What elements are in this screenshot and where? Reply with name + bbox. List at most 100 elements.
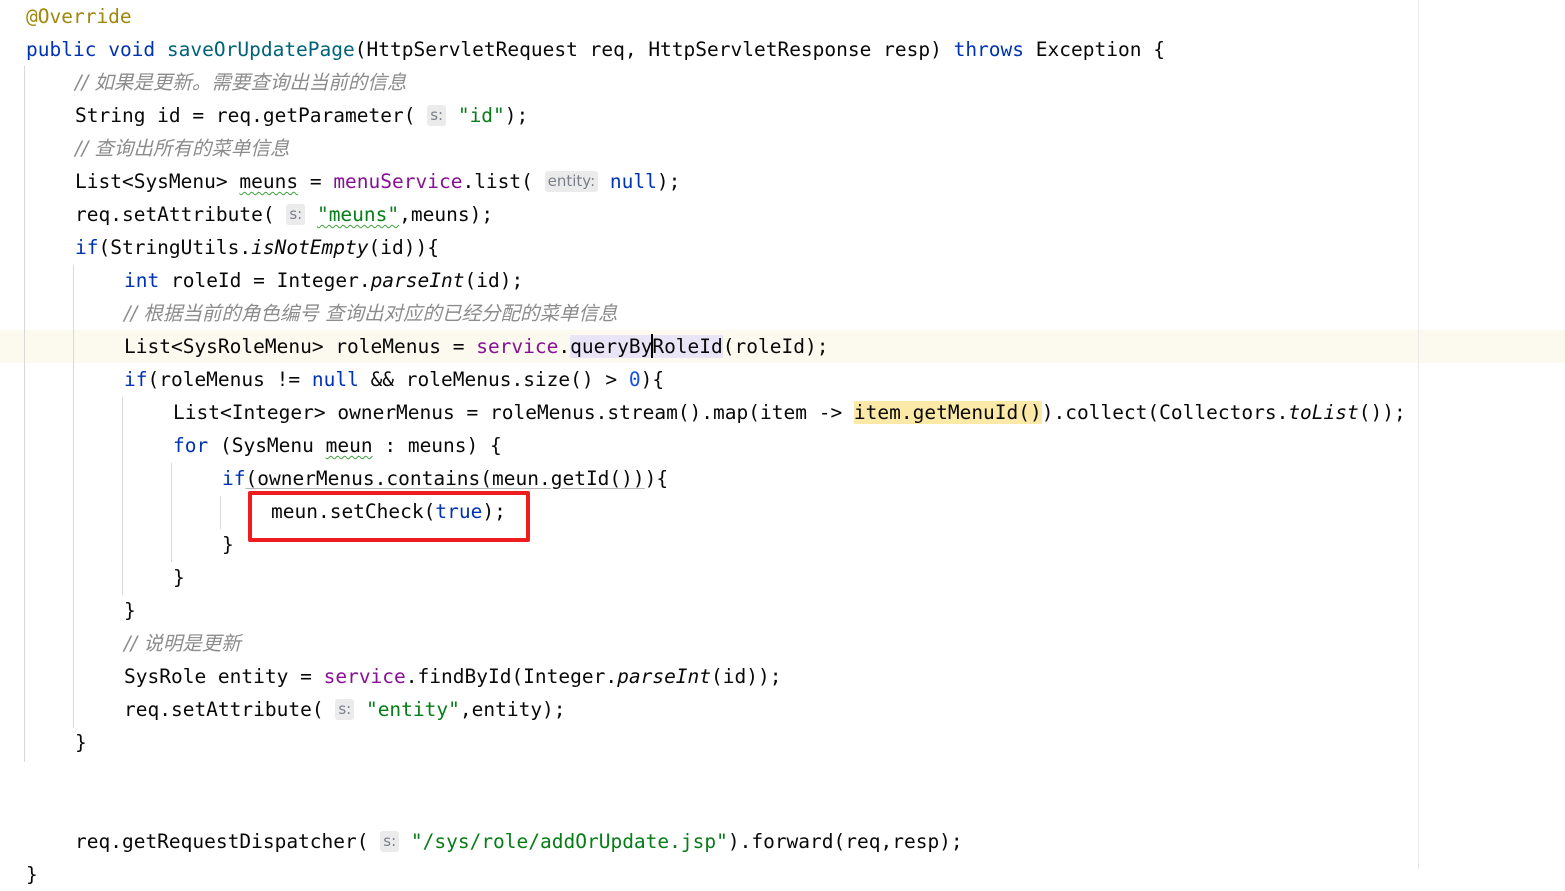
code-line-22[interactable]: req.setAttribute( s: "entity",entity); bbox=[0, 693, 1565, 726]
decl-list-sysrolemenu: List<SysRoleMenu> roleMenus = bbox=[124, 335, 477, 358]
keyword-void: void bbox=[108, 38, 156, 61]
code-editor[interactable]: @Override public void saveOrUpdatePage(H… bbox=[0, 0, 1565, 886]
keyword-null: null bbox=[311, 368, 359, 391]
code-line-9[interactable]: int roleId = Integer.parseInt(id); bbox=[0, 264, 1565, 297]
keyword-if: if bbox=[222, 467, 246, 490]
code-line-5[interactable]: // 查询出所有的菜单信息 bbox=[0, 132, 1565, 165]
decl-ownermenus: List<Integer> ownerMenus = roleMenus.str… bbox=[173, 401, 854, 424]
inlay-hint-s[interactable]: s: bbox=[427, 105, 447, 126]
code-line-24[interactable] bbox=[0, 759, 1565, 792]
code-line-11[interactable]: List<SysRoleMenu> roleMenus = service.qu… bbox=[0, 330, 1565, 363]
code-line-7[interactable]: req.setAttribute( s: "meuns",meuns); bbox=[0, 198, 1565, 231]
call-list: .list( bbox=[462, 170, 545, 193]
cond-close: (id)){ bbox=[368, 236, 439, 259]
keyword-if: if bbox=[75, 236, 99, 259]
code-line-2[interactable]: public void saveOrUpdatePage(HttpServlet… bbox=[0, 33, 1565, 66]
keyword-for: for bbox=[173, 434, 209, 457]
annotation-override: @Override bbox=[26, 5, 132, 28]
code-line-10[interactable]: // 根据当前的角色编号 查询出对应的已经分配的菜单信息 bbox=[0, 297, 1565, 330]
arg-entity: ,entity); bbox=[459, 698, 566, 721]
type-exception: Exception bbox=[1035, 38, 1142, 61]
code-line-12[interactable]: if(roleMenus != null && roleMenus.size()… bbox=[0, 363, 1565, 396]
call-setattribute: req.setAttribute( bbox=[75, 203, 287, 226]
field-service: service bbox=[476, 335, 559, 358]
code-line-17[interactable]: } bbox=[0, 528, 1565, 561]
type-httpservletrequest: HttpServletRequest bbox=[366, 38, 578, 61]
code-line-8[interactable]: if(StringUtils.isNotEmpty(id)){ bbox=[0, 231, 1565, 264]
statement-end: ); bbox=[504, 104, 529, 127]
field-menuservice: menuService bbox=[333, 170, 463, 193]
code-line-19[interactable]: } bbox=[0, 594, 1565, 627]
keyword-public: public bbox=[26, 38, 97, 61]
brace-close: } bbox=[75, 731, 87, 754]
dot: . bbox=[558, 335, 571, 358]
var-meuns: meuns bbox=[239, 170, 299, 193]
brace-close: } bbox=[222, 533, 234, 556]
code-line-27[interactable]: } bbox=[0, 858, 1565, 891]
inlay-hint-s[interactable]: s: bbox=[380, 831, 400, 852]
code-line-23[interactable]: } bbox=[0, 726, 1565, 759]
identifier-occurrence-highlight[interactable]: queryByRoleId bbox=[570, 334, 723, 358]
cond-open: (StringUtils. bbox=[98, 236, 252, 259]
field-service: service bbox=[323, 665, 406, 688]
static-parseint: parseInt bbox=[370, 269, 465, 292]
call-setattribute: req.setAttribute( bbox=[124, 698, 336, 721]
code-line-25[interactable] bbox=[0, 792, 1565, 825]
static-parseint: parseInt bbox=[617, 665, 712, 688]
brace-close: } bbox=[26, 863, 38, 886]
statement-end: ); bbox=[656, 170, 681, 193]
brace-open: ){ bbox=[644, 467, 669, 490]
statement-end: ()); bbox=[1358, 401, 1406, 424]
usage-highlight[interactable]: item.getMenuId() bbox=[853, 401, 1042, 424]
inlay-hint-s[interactable]: s: bbox=[335, 699, 355, 720]
code-line-4[interactable]: String id = req.getParameter( s: "id"); bbox=[0, 99, 1565, 132]
string-literal-jsp-path: "/sys/role/addOrUpdate.jsp" bbox=[410, 830, 728, 853]
type-httpservletresponse: HttpServletResponse bbox=[648, 38, 872, 61]
statement-string-id: String id = req.getParameter( bbox=[75, 104, 428, 127]
forward-call: ).forward(req,resp); bbox=[727, 830, 963, 853]
inlay-hint-s[interactable]: s: bbox=[286, 204, 306, 225]
for-iterable: : meuns) { bbox=[372, 434, 502, 457]
collect-call: ).collect(Collectors. bbox=[1041, 401, 1289, 424]
statement-end: (roleId); bbox=[722, 335, 829, 358]
static-isnotempty: isNotEmpty bbox=[251, 236, 369, 259]
keyword-throws: throws bbox=[953, 38, 1025, 61]
cond-and: && roleMenus.size() > bbox=[358, 368, 629, 391]
string-literal-entity: "entity" bbox=[365, 698, 460, 721]
statement-end: ); bbox=[482, 500, 506, 523]
code-text-layer[interactable]: @Override public void saveOrUpdatePage(H… bbox=[0, 0, 1565, 886]
static-tolist: toList bbox=[1288, 401, 1359, 424]
param-req: req bbox=[589, 38, 625, 61]
code-line-1[interactable]: @Override bbox=[0, 0, 1565, 33]
keyword-if: if bbox=[124, 368, 148, 391]
code-line-6[interactable]: List<SysMenu> meuns = menuService.list( … bbox=[0, 165, 1565, 198]
text-caret bbox=[651, 334, 654, 358]
code-line-13[interactable]: List<Integer> ownerMenus = roleMenus.str… bbox=[0, 396, 1565, 429]
comment-line-2: // 查询出所有的菜单信息 bbox=[75, 137, 290, 160]
code-line-26[interactable]: req.getRequestDispatcher( s: "/sys/role/… bbox=[0, 825, 1565, 858]
code-line-18[interactable]: } bbox=[0, 561, 1565, 594]
comment-line-1: // 如果是更新。需要查询出当前的信息 bbox=[75, 71, 407, 94]
code-line-15[interactable]: if(ownerMenus.contains(meun.getId())){ bbox=[0, 462, 1565, 495]
code-line-3[interactable]: // 如果是更新。需要查询出当前的信息 bbox=[0, 66, 1565, 99]
code-line-16[interactable]: meun.setCheck(true); bbox=[0, 495, 1565, 528]
inlay-hint-entity[interactable]: entity: bbox=[544, 171, 599, 192]
call-setcheck: meun.setCheck( bbox=[271, 500, 436, 523]
brace-open: { bbox=[1141, 38, 1165, 61]
code-line-14[interactable]: for (SysMenu meun : meuns) { bbox=[0, 429, 1565, 462]
decl-list-sysmenu: List<SysMenu> bbox=[75, 170, 240, 193]
comma: , bbox=[624, 38, 649, 61]
code-line-21[interactable]: SysRole entity = service.findById(Intege… bbox=[0, 660, 1565, 693]
code-line-20[interactable]: // 说明是更新 bbox=[0, 627, 1565, 660]
decl-sysrole-entity: SysRole entity = bbox=[124, 665, 324, 688]
comment-line-3: // 根据当前的角色编号 查询出对应的已经分配的菜单信息 bbox=[124, 302, 618, 325]
